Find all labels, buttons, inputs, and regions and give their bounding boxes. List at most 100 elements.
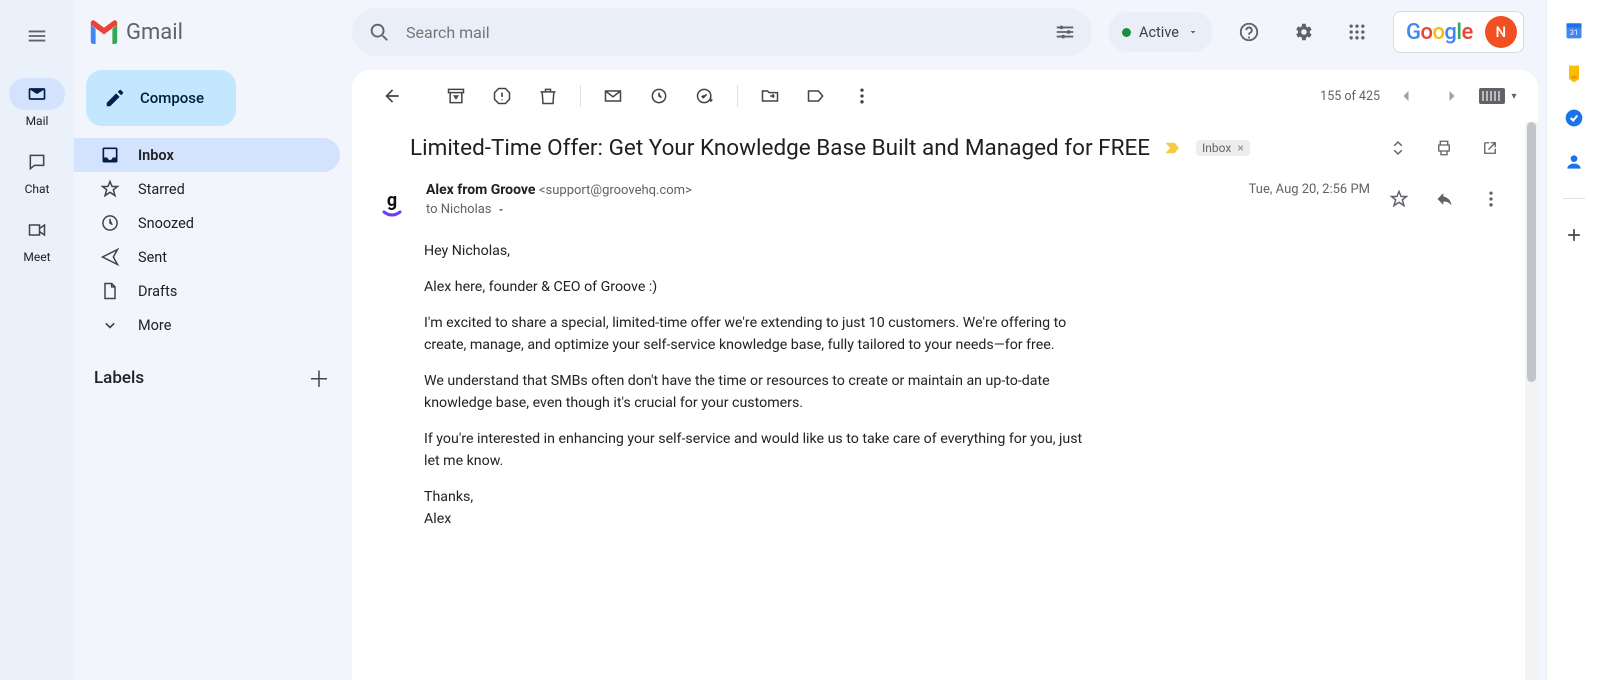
- rail-item-chat[interactable]: Chat: [9, 146, 65, 196]
- label-chip[interactable]: Inbox ×: [1196, 140, 1250, 156]
- gear-icon: [1292, 21, 1314, 43]
- older-button[interactable]: [1386, 76, 1426, 116]
- trash-icon: [538, 86, 558, 106]
- gmail-logo[interactable]: Gmail: [88, 20, 183, 45]
- avatar[interactable]: N: [1485, 16, 1517, 48]
- scrollbar[interactable]: [1525, 122, 1538, 680]
- sidebar-item-more[interactable]: More: [74, 308, 340, 342]
- back-button[interactable]: [372, 76, 412, 116]
- labels-header: Labels: [94, 368, 144, 388]
- pencil-icon: [104, 87, 126, 109]
- chevron-down-icon: [100, 315, 120, 335]
- caret-down-icon: ▾: [1511, 91, 1516, 102]
- inbox-icon: [100, 145, 120, 165]
- gmail-logo-icon: [88, 20, 120, 44]
- calendar-icon: 31: [1564, 20, 1584, 40]
- get-addons-button[interactable]: [1564, 225, 1584, 245]
- sender-name: Alex from Groove: [426, 182, 535, 198]
- status-dot-icon: [1122, 28, 1131, 37]
- contacts-addon[interactable]: [1564, 152, 1584, 172]
- open-new-window-button[interactable]: [1472, 130, 1508, 166]
- main-menu-button[interactable]: [13, 12, 61, 60]
- open-external-icon: [1481, 139, 1499, 157]
- topbar: Active Google N: [352, 0, 1546, 64]
- label-button[interactable]: [796, 76, 836, 116]
- contacts-icon: [1564, 152, 1584, 172]
- rail-item-meet[interactable]: Meet: [9, 214, 65, 264]
- search-bar[interactable]: [352, 8, 1092, 56]
- label-icon: [806, 86, 826, 106]
- search-icon: [368, 21, 390, 43]
- move-button[interactable]: [750, 76, 790, 116]
- clock-icon: [100, 213, 120, 233]
- google-account-box[interactable]: Google N: [1393, 11, 1524, 53]
- settings-button[interactable]: [1283, 12, 1323, 52]
- more-button[interactable]: [842, 76, 882, 116]
- more-vert-icon: [852, 86, 872, 106]
- meet-icon: [9, 214, 65, 246]
- sidebar-item-label: Sent: [138, 249, 167, 266]
- chat-icon: [9, 146, 65, 178]
- reply-button[interactable]: [1428, 182, 1462, 216]
- chevron-left-icon: [1396, 86, 1416, 106]
- calendar-addon[interactable]: 31: [1564, 20, 1584, 40]
- delete-button[interactable]: [528, 76, 568, 116]
- app-rail: Mail Chat Meet: [0, 0, 74, 680]
- svg-text:31: 31: [1569, 28, 1577, 37]
- star-button[interactable]: [1382, 182, 1416, 216]
- spam-button[interactable]: [482, 76, 522, 116]
- sidebar-item-drafts[interactable]: Drafts: [74, 274, 340, 308]
- importance-marker[interactable]: [1164, 141, 1182, 155]
- report-spam-icon: [492, 86, 512, 106]
- file-icon: [100, 281, 120, 301]
- archive-button[interactable]: [436, 76, 476, 116]
- apps-button[interactable]: [1337, 12, 1377, 52]
- sidebar-item-sent[interactable]: Sent: [74, 240, 340, 274]
- input-tools-button[interactable]: ▾: [1478, 76, 1518, 116]
- sidebar-item-label: More: [138, 317, 171, 334]
- mark-unread-button[interactable]: [593, 76, 633, 116]
- add-task-button[interactable]: [685, 76, 725, 116]
- send-icon: [100, 247, 120, 267]
- rail-item-mail[interactable]: Mail: [9, 78, 65, 128]
- archive-icon: [446, 86, 466, 106]
- status-chip[interactable]: Active: [1108, 12, 1213, 52]
- sidebar-item-starred[interactable]: Starred: [74, 172, 340, 206]
- google-logo: Google: [1406, 20, 1473, 45]
- keep-addon[interactable]: [1564, 64, 1584, 84]
- tasks-addon[interactable]: [1564, 108, 1584, 128]
- print-button[interactable]: [1426, 130, 1462, 166]
- add-label-button[interactable]: ＋: [308, 362, 330, 394]
- print-icon: [1435, 139, 1453, 157]
- menu-icon: [26, 25, 48, 47]
- sidebar-item-snoozed[interactable]: Snoozed: [74, 206, 340, 240]
- arrow-left-icon: [382, 86, 402, 106]
- scrollbar-thumb[interactable]: [1527, 122, 1536, 382]
- compose-button[interactable]: Compose: [86, 70, 236, 126]
- star-icon: [1389, 189, 1409, 209]
- search-options-icon[interactable]: [1054, 21, 1076, 43]
- snooze-button[interactable]: [639, 76, 679, 116]
- mail-unread-icon: [603, 86, 623, 106]
- sidebar-item-label: Inbox: [138, 147, 174, 164]
- svg-text:g: g: [387, 190, 397, 211]
- message-subject: Limited-Time Offer: Get Your Knowledge B…: [410, 135, 1150, 161]
- search-input[interactable]: [406, 23, 1038, 42]
- more-vert-icon: [1481, 189, 1501, 209]
- help-icon: [1238, 21, 1260, 43]
- sidebar-item-label: Drafts: [138, 283, 177, 300]
- remove-label-button[interactable]: ×: [1237, 141, 1243, 155]
- rail-item-label: Meet: [23, 250, 50, 264]
- rail-item-label: Mail: [26, 114, 49, 128]
- caret-down-icon: [496, 205, 506, 215]
- side-panel: 31: [1546, 0, 1600, 680]
- recipient-line[interactable]: to Nicholas: [426, 202, 692, 217]
- collapse-all-button[interactable]: [1380, 130, 1416, 166]
- sidebar-item-inbox[interactable]: Inbox: [74, 138, 340, 172]
- newer-button[interactable]: [1432, 76, 1472, 116]
- support-button[interactable]: [1229, 12, 1269, 52]
- message-date: Tue, Aug 20, 2:56 PM: [1249, 182, 1370, 197]
- chevron-right-icon: [1442, 86, 1462, 106]
- sender-email: <support@groovehq.com>: [539, 183, 692, 198]
- message-more-button[interactable]: [1474, 182, 1508, 216]
